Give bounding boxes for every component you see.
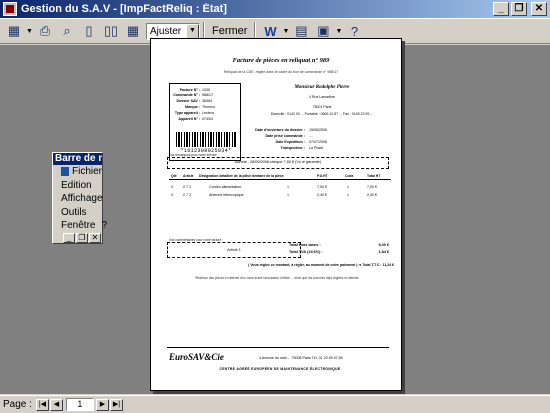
date-row: Transporteur : La Poste — [280, 146, 324, 150]
palette-title[interactable]: Barre de menus — [53, 153, 102, 165]
invoice-info-box: Facture N° :1035 Commande N° :968/17 Dos… — [169, 83, 241, 161]
client-address: 4 Rue Lamartine — [309, 95, 335, 99]
company-address: 4 Avenue du mail ... 75008 Paris Tél. 01… — [259, 356, 343, 360]
info-row: Dossier SAV :36464 — [176, 99, 213, 104]
footnote: *Retenue des pièces en attente d'un mois… — [194, 276, 360, 280]
first-page-button[interactable]: |◀ — [35, 398, 49, 411]
client-city: 75001 Paris — [312, 105, 332, 109]
total-ttc-line: ( Vous réglez ce montant, à régler, au m… — [248, 263, 394, 267]
view-icon[interactable]: ▦ — [3, 21, 25, 41]
info-row: Marque : Thomso — [185, 105, 215, 110]
zoom-icon[interactable]: ⌕ — [56, 21, 78, 41]
two-pages-icon[interactable]: ▯▯ — [100, 21, 122, 41]
next-page-button[interactable]: ▶ — [95, 398, 109, 411]
remarks-text: Acheté : 28/09/2006 chèque 7,50 € (Vu le… — [235, 160, 321, 164]
info-row: Facture N° :1035 — [179, 87, 210, 92]
chevron-down-icon[interactable]: ▼ — [186, 23, 199, 39]
table-row: X 2 7 2 Antenne télescopique 1 2,40 € 1 … — [171, 193, 377, 197]
barcode — [176, 132, 236, 147]
total-row: Total TVA (19,6%) :1,84 € — [289, 249, 389, 254]
comments-text: Article 1 — [227, 248, 241, 252]
zoom-value: Ajuster — [150, 25, 182, 37]
multiple-pages-icon[interactable]: ▦ — [122, 21, 144, 41]
client-name: Monsieur Rodolphe Pierre — [294, 85, 350, 90]
company-logo: EuroSAV&Cie — [169, 352, 224, 362]
app-icon[interactable] — [3, 2, 17, 16]
minimize-button[interactable]: _ — [493, 2, 509, 16]
page-number-input[interactable]: 1 — [65, 398, 94, 411]
info-row: Type appareil : Lecteur — [174, 111, 214, 116]
close-button[interactable]: ✕ — [89, 233, 101, 243]
menu-bar-palette[interactable]: Barre de menus Fichier Edition Affichage… — [52, 152, 107, 244]
file-icon — [61, 167, 69, 177]
menu-item-outils[interactable]: Outils — [53, 206, 102, 220]
page-navigation-bar: Page : |◀ ◀ 1 ▶ ▶| — [0, 395, 550, 413]
menu-item-fichier[interactable]: Fichier — [53, 165, 102, 179]
menu-item-affichage[interactable]: Affichage — [53, 192, 103, 206]
info-row: Appareil N° :0743/4 — [178, 116, 213, 121]
window-titlebar[interactable]: Gestion du S.A.V - [ImpFactReliq : État]… — [0, 0, 550, 18]
company-tagline: CENTRE AGRÉÉ EUROPÉEN DE MAINTENANCE ÉLE… — [219, 367, 341, 371]
info-row: Commande N° :968/17 — [173, 93, 213, 98]
client-phones: Domicile : 0142 00 ... Portable : 0606 1… — [270, 112, 374, 116]
report-title: Facture de pièces en reliquat n° 989 — [232, 57, 330, 64]
menu-item-help[interactable]: ? — [101, 220, 107, 231]
last-page-button[interactable]: ▶| — [109, 398, 123, 411]
view-dropdown-icon[interactable]: ▼ — [25, 21, 34, 41]
prev-page-button[interactable]: ◀ — [49, 398, 63, 411]
one-page-icon[interactable]: ▯ — [78, 21, 100, 41]
palette-window-buttons: _ ❐ ✕ — [63, 233, 101, 243]
zoom-select[interactable]: Ajuster ▼ — [146, 22, 200, 40]
table-row: X 2 7 1 Cordon alimentation 1 7,00 € 1 7… — [171, 185, 377, 189]
items-table-header: Qté Article Désignation détaillée de la … — [169, 174, 391, 180]
close-button[interactable]: ✕ — [531, 2, 547, 16]
report-page: Facture de pièces en reliquat n° 989 Rel… — [150, 38, 402, 391]
print-icon[interactable]: ⎙ — [34, 21, 56, 41]
window-title: Gestion du S.A.V - [ImpFactReliq : État] — [21, 3, 227, 15]
menu-item-fenetre[interactable]: Fenêtre? — [53, 219, 107, 233]
footer-divider — [167, 347, 389, 348]
totals-block: Total Hors taxes :9,40 € Total TVA (19,6… — [289, 243, 389, 256]
report-subtitle: Reliquat de la CDE, réglée dans le cadre… — [223, 70, 339, 74]
page-label: Page : — [3, 399, 32, 410]
restore-button[interactable]: ❐ — [76, 233, 88, 243]
minimize-button[interactable]: _ — [63, 233, 75, 243]
dates-block: Date d'ouverture du dossier :15/05/2006 … — [251, 128, 391, 152]
menu-item-edition[interactable]: Edition — [53, 179, 102, 193]
maximize-button[interactable]: ❐ — [511, 2, 527, 16]
